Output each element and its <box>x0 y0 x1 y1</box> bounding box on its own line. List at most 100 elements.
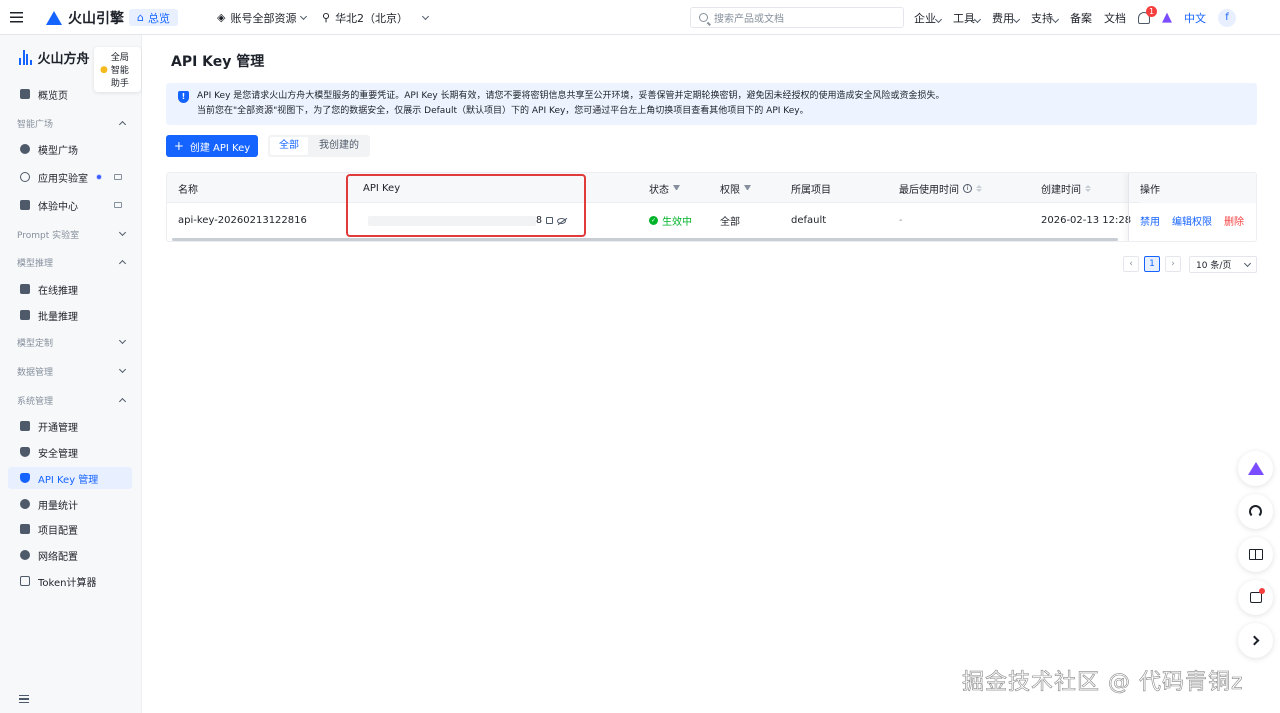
sidebar-item-token-calc[interactable]: Token计算器 <box>8 570 132 592</box>
account-scope-selector[interactable]: ◈ 账号全部资源 <box>217 0 308 35</box>
billing-menu[interactable]: 费用 <box>992 10 1021 26</box>
column-header-last-used: 最后使用时间 i <box>899 173 982 203</box>
sidebar-item-label: 安全管理 <box>38 448 78 460</box>
ai-assistant-icon[interactable]: ▲ <box>1162 10 1172 25</box>
tools-menu[interactable]: 工具 <box>953 10 982 26</box>
filter-icon[interactable] <box>744 185 751 191</box>
sidebar-item-project-config[interactable]: 项目配置 <box>8 518 132 540</box>
region-selector[interactable]: ⚲ 华北2（北京） <box>322 0 430 35</box>
horizontal-scrollbar[interactable] <box>172 238 1118 241</box>
sidebar-item-security[interactable]: 安全管理 <box>8 441 132 463</box>
menu-icon[interactable] <box>10 0 26 35</box>
column-header-permission: 权限 <box>720 173 751 203</box>
sidebar-group-model-custom[interactable]: 模型定制 <box>17 334 127 350</box>
project-cell: default <box>791 215 827 226</box>
sidebar-item-label: 体验中心 <box>38 201 78 213</box>
support-menu[interactable]: 支持 <box>1031 10 1060 26</box>
next-page-button[interactable]: › <box>1165 256 1181 272</box>
sidebar-item-online-inference[interactable]: 在线推理 <box>8 278 132 300</box>
user-avatar[interactable]: f <box>1218 8 1236 27</box>
column-header-actions: 操作 <box>1140 173 1256 203</box>
ai-assistant-float-button[interactable] <box>1238 451 1273 486</box>
prev-page-button[interactable]: ‹ <box>1123 256 1139 272</box>
api-key-highlight-annotation <box>346 174 586 237</box>
chevron-down-icon <box>1051 15 1060 23</box>
sidebar-item-label: 批量推理 <box>38 311 78 323</box>
sidebar-item-experience-center[interactable]: 体验中心 <box>8 194 132 216</box>
filter-icon[interactable] <box>673 185 680 191</box>
sidebar-item-label: 开通管理 <box>38 422 78 434</box>
filing-link[interactable]: 备案 <box>1070 10 1092 26</box>
page-title: API Key 管理 <box>171 54 265 70</box>
sidebar-group-system-mgmt[interactable]: 系统管理 <box>17 392 127 408</box>
support-float-button[interactable] <box>1238 494 1273 529</box>
unread-dot <box>1259 588 1265 594</box>
ark-logo[interactable]: 火山方舟 <box>19 48 90 67</box>
ark-brand-name: 火山方舟 <box>37 52 90 67</box>
sidebar-item-app-lab[interactable]: 应用实验室 <box>8 166 132 188</box>
docs-link[interactable]: 文档 <box>1104 10 1126 26</box>
sort-icon[interactable] <box>1085 184 1091 192</box>
chevron-up-icon <box>118 397 127 406</box>
docs-float-button[interactable] <box>1238 537 1273 572</box>
info-icon[interactable]: i <box>963 183 972 193</box>
project-icon <box>20 524 30 534</box>
sidebar-item-usage[interactable]: 用量统计 <box>8 493 132 515</box>
atom-icon <box>20 172 30 182</box>
info-notice: ! API Key 是您请求火山方舟大模型服务的重要凭证。API Key 长期有… <box>166 83 1257 125</box>
batch-icon <box>20 310 30 320</box>
chevron-down-icon <box>1243 259 1252 267</box>
page-number-button[interactable]: 1 <box>1144 256 1160 272</box>
sidebar-group-smart-square[interactable]: 智能广场 <box>17 115 127 131</box>
shield-info-icon: ! <box>178 91 189 103</box>
sidebar-group-data-mgmt[interactable]: 数据管理 <box>17 363 127 379</box>
collapse-sidebar-icon[interactable] <box>19 695 29 703</box>
status-badge: ✓ 生效中 <box>649 203 692 238</box>
create-api-key-button[interactable]: + 创建 API Key <box>166 135 258 157</box>
search-placeholder: 搜索产品或文档 <box>714 14 784 25</box>
filter-mine-tab[interactable]: 我创建的 <box>310 137 368 155</box>
shield-icon <box>20 447 30 457</box>
briefcase-icon <box>20 200 30 210</box>
disable-button[interactable]: 禁用 <box>1140 213 1160 228</box>
overview-button[interactable]: ⌂ 总览 <box>129 9 178 26</box>
sort-icon[interactable] <box>976 184 982 192</box>
sidebar-item-label: 用量统计 <box>38 500 78 512</box>
sidebar-item-network-config[interactable]: 网络配置 <box>8 544 132 566</box>
group-label: 系统管理 <box>17 396 54 407</box>
search-input[interactable]: 搜索产品或文档 <box>690 7 904 28</box>
notification-bell-icon[interactable]: 1 <box>1138 5 1157 24</box>
chevron-down-icon <box>1012 15 1021 23</box>
enterprise-menu[interactable]: 企业 <box>914 10 943 26</box>
created-time-cell: 2026-02-13 12:28 <box>1041 215 1132 226</box>
top-navigation-bar: 火山引擎 ⌂ 总览 ◈ 账号全部资源 ⚲ 华北2（北京） 搜索产品或文档 企业 … <box>0 0 1280 35</box>
sidebar-group-prompt-lab[interactable]: Prompt 实验室 <box>17 226 127 242</box>
notification-count-badge: 1 <box>1146 5 1157 17</box>
sidebar-item-activation[interactable]: 开通管理 <box>8 415 132 437</box>
volcengine-logo-icon <box>46 10 62 25</box>
feedback-float-button[interactable] <box>1238 580 1273 615</box>
layers-icon: ◈ <box>217 11 226 24</box>
calculator-icon <box>20 576 30 586</box>
page-size-select[interactable]: 10 条/页 <box>1189 256 1257 273</box>
expand-float-button[interactable] <box>1238 623 1273 658</box>
filter-all-tab[interactable]: 全部 <box>270 137 308 155</box>
monitor-icon <box>114 202 122 208</box>
column-header-project: 所属项目 <box>791 184 831 196</box>
language-switch[interactable]: 中文 <box>1184 10 1206 26</box>
sidebar-group-model-inference[interactable]: 模型推理 <box>17 254 127 270</box>
sidebar-item-api-key[interactable]: API Key 管理 <box>8 467 132 489</box>
group-label: Prompt 实验室 <box>17 230 80 241</box>
volcengine-logo[interactable]: 火山引擎 <box>46 0 124 35</box>
document-icon <box>20 421 30 431</box>
edit-permission-button[interactable]: 编辑权限 <box>1172 213 1212 228</box>
chevron-down-icon <box>973 15 982 23</box>
sidebar-item-overview[interactable]: 概览页 <box>8 83 132 105</box>
pagination: ‹ 1 › <box>1123 256 1181 272</box>
check-circle-icon: ✓ <box>649 216 658 225</box>
sidebar-item-model-square[interactable]: 模型广场 <box>8 138 132 160</box>
delete-button[interactable]: 删除 <box>1224 213 1244 228</box>
sidebar-item-batch-inference[interactable]: 批量推理 <box>8 304 132 326</box>
ai-assistant-icon <box>1247 462 1264 475</box>
sidebar-item-label: 应用实验室 <box>38 173 88 185</box>
